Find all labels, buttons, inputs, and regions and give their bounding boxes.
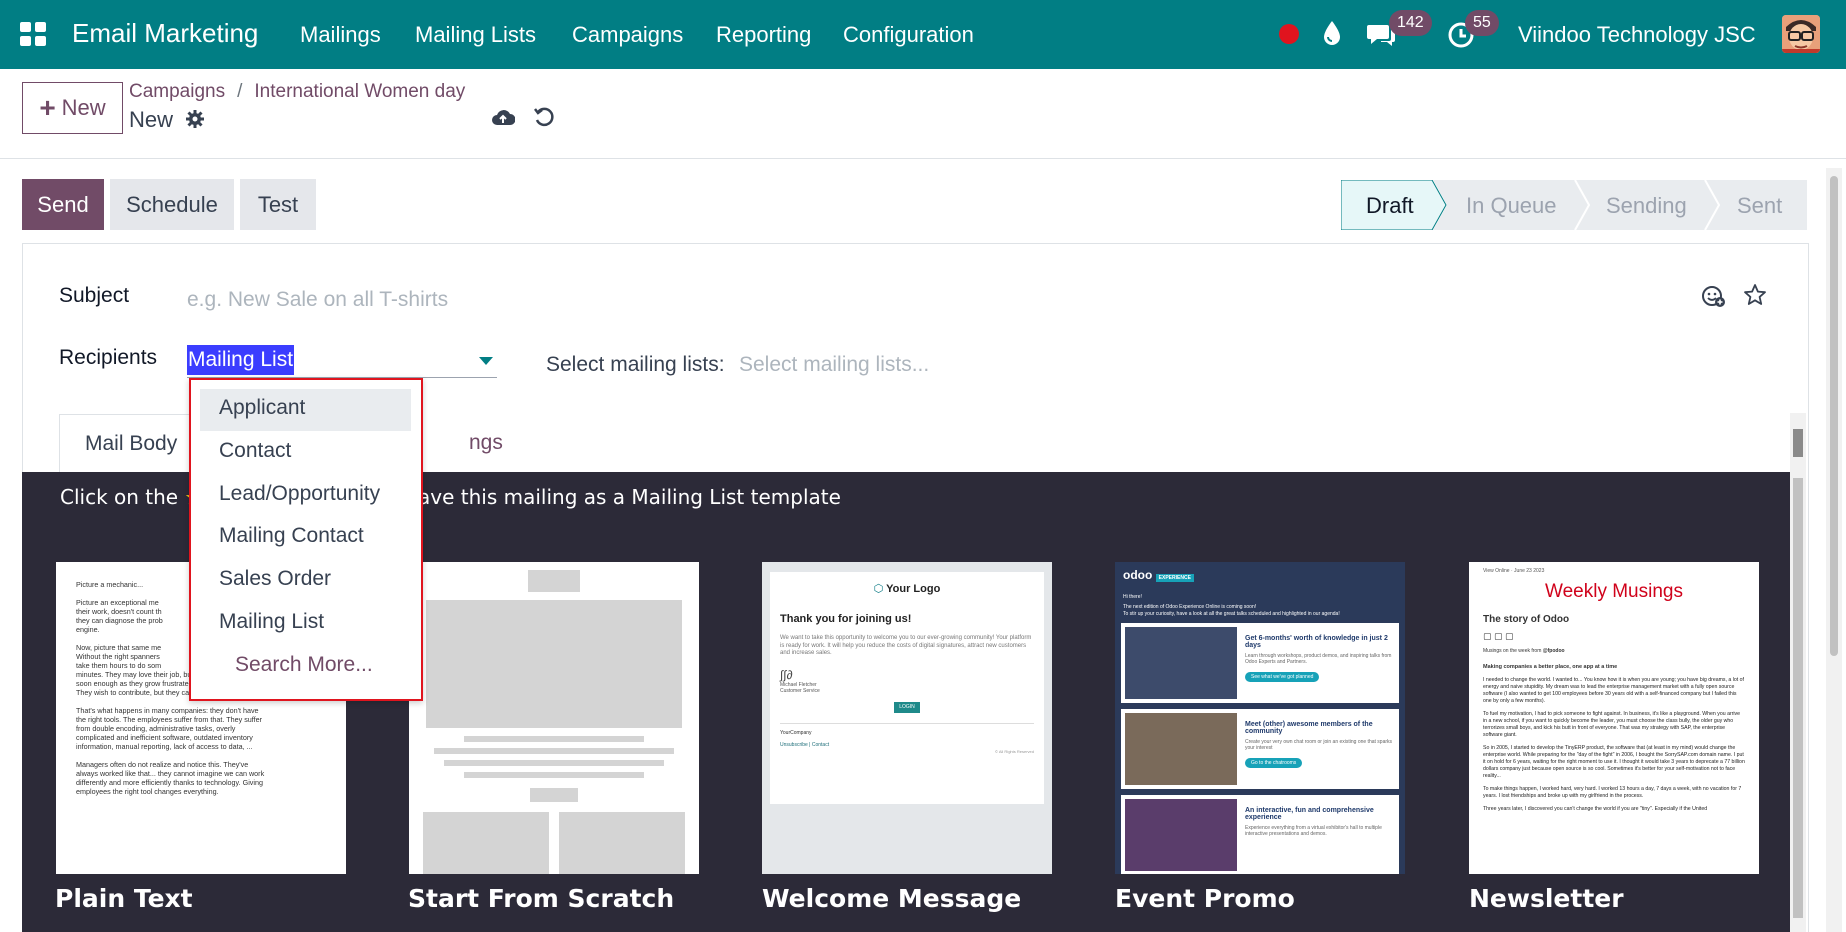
newsletter-paragraph: To fuel my motivation, I had to pick som… <box>1483 710 1741 738</box>
menu-mailing-lists[interactable]: Mailing Lists <box>415 22 536 48</box>
event-block: Get 6-months' worth of knowledge in just… <box>1121 622 1399 703</box>
event-block-text: Learn through workshops, product demos, … <box>1245 652 1392 665</box>
event-blocks: Get 6-months' worth of knowledge in just… <box>1115 622 1405 874</box>
template-name-welcome-message: Welcome Message <box>762 884 1022 913</box>
favorite-star-icon[interactable] <box>1743 283 1767 307</box>
gear-icon[interactable] <box>185 109 205 129</box>
company-switcher[interactable]: Viindoo Technology JSC <box>1518 22 1756 48</box>
template-name-plain-text: Plain Text <box>55 884 193 913</box>
chat-count-badge: 142 <box>1389 10 1432 36</box>
template-hint-suffix: ave this mailing as a Mailing List templ… <box>418 485 841 509</box>
template-event-promo[interactable]: odoo EXPERIENCE Hi there! The next editi… <box>1115 562 1405 874</box>
send-button[interactable]: Send <box>22 179 104 230</box>
droplet-icon[interactable] <box>1322 20 1342 46</box>
record-icon[interactable] <box>1279 24 1299 44</box>
recipients-value: Mailing List <box>187 345 295 375</box>
menu-campaigns[interactable]: Campaigns <box>572 22 683 48</box>
menu-reporting[interactable]: Reporting <box>716 22 811 48</box>
dropdown-item-mailing-list[interactable]: Mailing List <box>219 610 324 634</box>
subject-input[interactable] <box>187 284 1187 316</box>
event-block-button: Go to the chatrooms <box>1245 757 1303 768</box>
template-name-start-from-scratch: Start From Scratch <box>408 884 675 913</box>
event-block-title: Meet (other) awesome members of the comm… <box>1245 720 1373 735</box>
recipients-select[interactable]: Mailing List <box>187 342 497 378</box>
apps-menu-icon[interactable] <box>20 22 46 46</box>
event-photo <box>1125 798 1237 871</box>
menu-mailings[interactable]: Mailings <box>300 22 381 48</box>
discard-icon[interactable] <box>533 106 555 128</box>
dropdown-item-sales-order[interactable]: Sales Order <box>219 567 331 591</box>
mailing-lists-input[interactable] <box>739 350 1159 380</box>
newsletter-paragraph: To make things happen, I worked hard, ve… <box>1483 786 1742 800</box>
event-block: An interactive, fun and comprehensive ex… <box>1121 794 1399 874</box>
plain-text-line: Managers often do not realize and notice… <box>76 760 249 769</box>
event-block-text: Create your very own chat room or join a… <box>1245 738 1393 751</box>
emoji-add-icon[interactable] <box>1701 284 1725 308</box>
menu-configuration[interactable]: Configuration <box>843 22 974 48</box>
subject-label: Subject <box>59 284 130 307</box>
dropdown-search-more[interactable]: Search More... <box>235 653 373 677</box>
app-name[interactable]: Email Marketing <box>72 18 258 49</box>
stage-draft[interactable]: Draft <box>1366 193 1414 219</box>
schedule-button[interactable]: Schedule <box>110 179 234 230</box>
event-block-text: Experience everything from a virtual exh… <box>1245 824 1382 837</box>
breadcrumb: Campaigns / International Women day <box>129 81 466 102</box>
breadcrumb-campaign[interactable]: International Women day <box>254 81 465 102</box>
plain-text-line: always worked like that... they cannot i… <box>76 769 265 778</box>
new-button[interactable]: + New <box>22 82 123 134</box>
template-hint-prefix: Click on the ★ <box>60 485 202 509</box>
mailing-lists-label: Select mailing lists: <box>546 353 725 376</box>
page-scrollbar[interactable] <box>1826 168 1842 932</box>
breadcrumb-campaigns[interactable]: Campaigns <box>129 81 225 102</box>
template-welcome-message[interactable]: ⬡ Your Logo Thank you for joining us! We… <box>762 562 1052 874</box>
plain-text-line: complicated and inefficient software, ou… <box>76 733 253 742</box>
dropdown-item-mailing-contact[interactable]: Mailing Contact <box>219 524 364 548</box>
stage-sent[interactable]: Sent <box>1737 193 1782 219</box>
template-start-from-scratch[interactable] <box>409 562 699 874</box>
template-name-event-promo: Event Promo <box>1115 884 1295 913</box>
inner-scrollbar[interactable] <box>1790 413 1806 932</box>
event-block-title: An interactive, fun and comprehensive ex… <box>1245 806 1374 821</box>
event-photo <box>1125 712 1237 785</box>
plain-text-line: employees the right tool changes everyth… <box>76 787 219 796</box>
newsletter-paragraphs: I needed to change the world. I wanted t… <box>1483 677 1745 813</box>
dropdown-item-lead-opportunity[interactable]: Lead/Opportunity <box>219 482 380 506</box>
recipients-label: Recipients <box>59 346 158 369</box>
cloud-upload-icon[interactable] <box>491 107 515 129</box>
event-block: Meet (other) awesome members of the comm… <box>1121 708 1399 789</box>
event-photo <box>1125 626 1237 699</box>
template-name-newsletter: Newsletter <box>1469 884 1624 913</box>
control-panel: + New Campaigns / International Women day N… <box>0 69 1846 159</box>
record-name: New <box>129 107 174 132</box>
newsletter-paragraph: So in 2005, I started to develop the Tin… <box>1483 745 1745 780</box>
stage-sending[interactable]: Sending <box>1606 193 1687 219</box>
dropdown-item-contact[interactable]: Contact <box>219 439 291 463</box>
newsletter-paragraph: Three years later, I discovered you can'… <box>1483 806 1708 813</box>
event-block-title: Get 6-months' worth of knowledge in just… <box>1245 634 1388 649</box>
template-newsletter[interactable]: View Online · June 23 2023 Weekly Musing… <box>1469 562 1759 874</box>
dropdown-item-applicant[interactable]: Applicant <box>219 396 305 420</box>
event-block-button: See what we've got planned <box>1245 671 1320 682</box>
activity-count-badge: 55 <box>1465 10 1499 36</box>
plus-icon: + <box>39 92 56 123</box>
chevron-down-icon[interactable] <box>479 357 493 365</box>
plain-text-line: the right tools. The employees suffer fr… <box>76 715 263 724</box>
plain-text-line: That's what happens in many companies: t… <box>76 706 259 715</box>
user-avatar[interactable] <box>1782 15 1820 53</box>
recipients-dropdown: Applicant Contact Lead/Opportunity Maili… <box>189 378 423 701</box>
plain-text-line: differently and more efficiently thanks … <box>76 778 263 787</box>
newsletter-paragraph: I needed to change the world. I wanted t… <box>1483 676 1744 704</box>
plain-text-line: from double encoding, administrative tas… <box>76 724 236 733</box>
test-button[interactable]: Test <box>240 179 316 230</box>
stage-in-queue[interactable]: In Queue <box>1466 193 1557 219</box>
plain-text-line: information, manual reporting, lack of a… <box>76 742 253 751</box>
top-navbar: Email Marketing Mailings Mailing Lists C… <box>0 0 1846 69</box>
